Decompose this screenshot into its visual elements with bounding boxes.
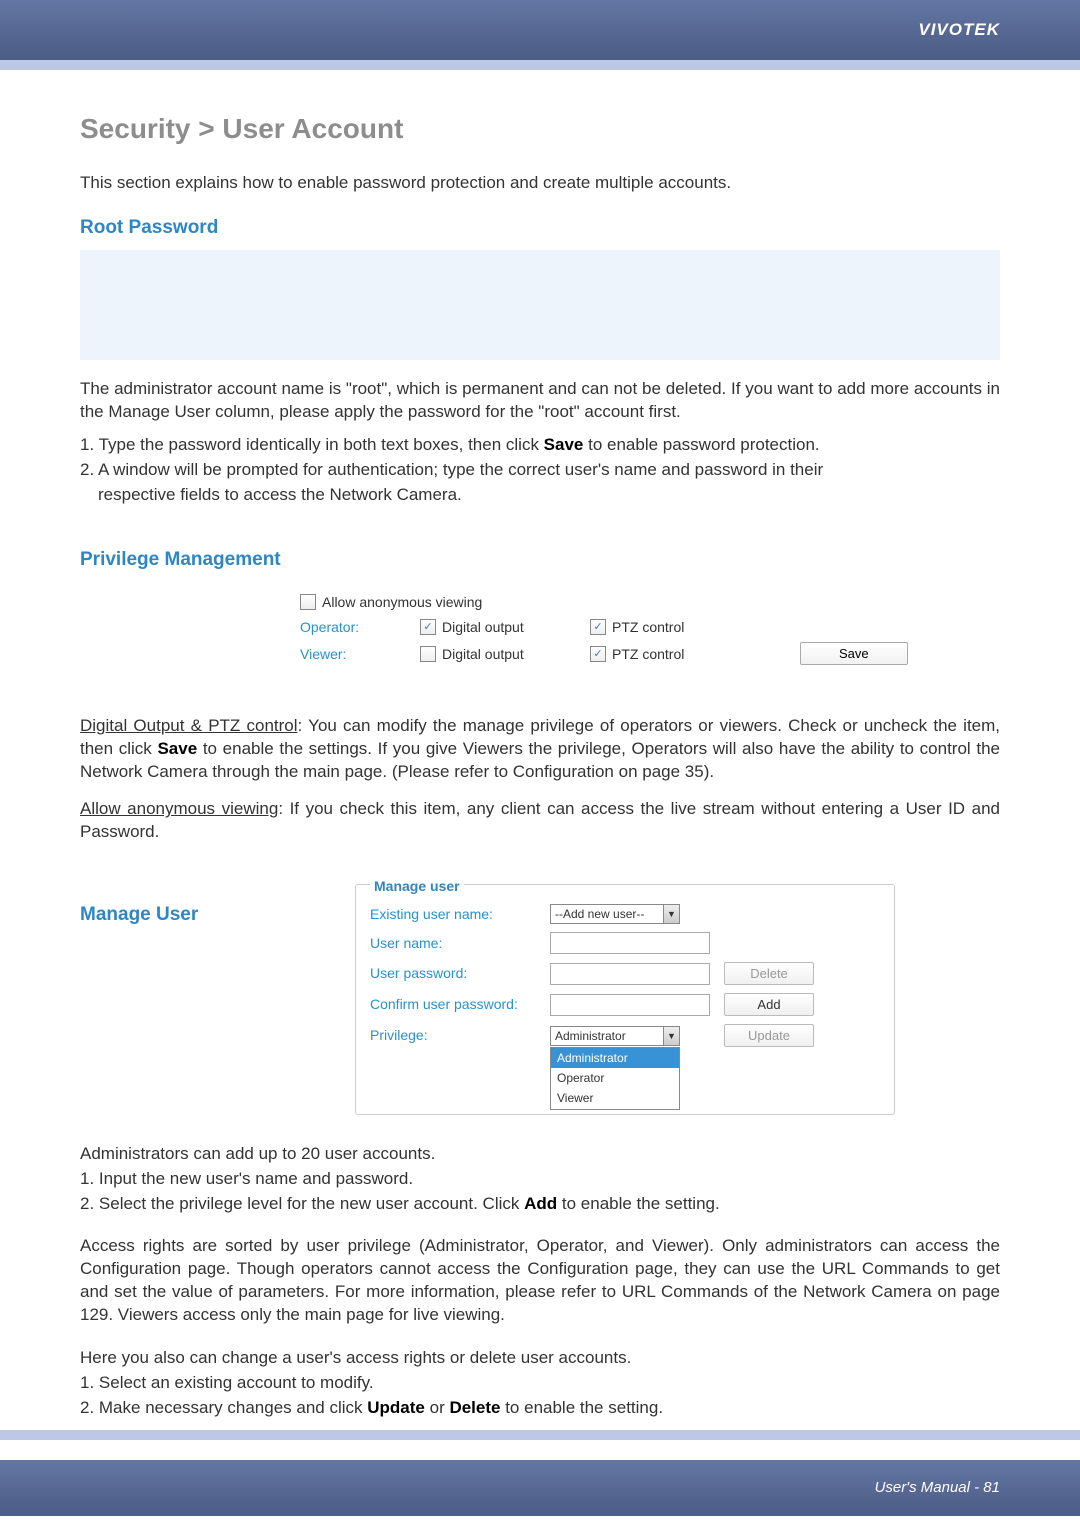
root-password-block: The administrator account name is "root"… (80, 378, 1000, 507)
operator-ptz-checkbox[interactable] (590, 619, 606, 635)
operator-digital: Digital output (420, 618, 590, 637)
viewer-digital-checkbox[interactable] (420, 646, 436, 662)
priv-text-block: Digital Output & PTZ control: You can mo… (80, 715, 1000, 844)
root-l1-bold: Save (544, 435, 584, 454)
existing-user-label: Existing user name: (370, 905, 550, 924)
manage-text-2: Here you also can change a user's access… (80, 1347, 1000, 1420)
manage-l4: 2. Make necessary changes and click Upda… (80, 1397, 1000, 1420)
chevron-down-icon: ▼ (663, 1027, 679, 1045)
existing-user-value: --Add new user-- (555, 906, 644, 922)
root-l1c: to enable password protection. (583, 435, 819, 454)
root-password-placeholder (80, 250, 1000, 360)
manage-l4e: to enable the setting. (500, 1398, 663, 1417)
manage-user-fieldset: Manage user Existing user name: --Add ne… (355, 884, 895, 1115)
manage-l4a: 2. Make necessary changes and click (80, 1398, 367, 1417)
priv-p1c: Save (157, 739, 197, 758)
operator-ptz: PTZ control (590, 618, 760, 637)
add-button[interactable]: Add (724, 993, 814, 1016)
chevron-down-icon: ▼ (663, 905, 679, 923)
root-password-heading: Root Password (80, 215, 1000, 241)
opt-viewer[interactable]: Viewer (551, 1088, 679, 1108)
manage-p1: Administrators can add up to 20 user acc… (80, 1143, 1000, 1166)
manage-l2c: to enable the setting. (557, 1194, 720, 1213)
root-p1: The administrator account name is "root"… (80, 378, 1000, 424)
privilege-label: Privilege: (370, 1026, 550, 1045)
privilege-panel: Allow anonymous viewing Operator: Digita… (80, 583, 1000, 666)
confirm-input[interactable] (550, 994, 710, 1016)
existing-user-select[interactable]: --Add new user-- ▼ (550, 904, 680, 924)
confirm-row: Confirm user password: Add (370, 993, 880, 1016)
viewer-ptz-label: PTZ control (612, 645, 684, 664)
manage-user-rows: Existing user name: --Add new user-- ▼ U… (370, 904, 880, 1110)
anon-viewing-row: Allow anonymous viewing (300, 593, 1000, 612)
page-header: VIVOTEK (0, 0, 1080, 60)
header-band (0, 60, 1080, 70)
operator-label: Operator: (300, 618, 420, 637)
manage-l2a: 2. Select the privilege level for the ne… (80, 1194, 524, 1213)
anon-label: Allow anonymous viewing (322, 593, 482, 612)
viewer-label: Viewer: (300, 645, 420, 664)
userpass-row: User password: Delete (370, 962, 880, 985)
viewer-digital: Digital output (420, 645, 590, 664)
manage-p3: Here you also can change a user's access… (80, 1347, 1000, 1370)
privilege-value: Administrator (555, 1028, 626, 1044)
username-input[interactable] (550, 932, 710, 954)
privilege-select[interactable]: Administrator ▼ (550, 1026, 680, 1046)
privilege-dropdown: Administrator Operator Viewer (550, 1047, 680, 1110)
priv-p2a: Allow anonymous viewing (80, 799, 278, 818)
page-footer: User's Manual - 81 (0, 1460, 1080, 1516)
manage-l2: 2. Select the privilege level for the ne… (80, 1193, 1000, 1216)
operator-ptz-label: PTZ control (612, 618, 684, 637)
priv-p2: Allow anonymous viewing: If you check th… (80, 798, 1000, 844)
privilege-row: Privilege: Administrator ▼ Update (370, 1024, 880, 1047)
manage-user-heading-col: Manage User (80, 884, 355, 1115)
manage-l3: 1. Select an existing account to modify. (80, 1372, 1000, 1395)
update-button[interactable]: Update (724, 1024, 814, 1047)
delete-button[interactable]: Delete (724, 962, 814, 985)
brand-logo: VIVOTEK (918, 19, 1000, 42)
viewer-ptz-checkbox[interactable] (590, 646, 606, 662)
manage-user-heading: Manage User (80, 902, 355, 928)
operator-row: Operator: Digital output PTZ control (300, 618, 1000, 637)
root-step-1: 1. Type the password identically in both… (80, 434, 1000, 457)
existing-user-row: Existing user name: --Add new user-- ▼ (370, 904, 880, 924)
page-title: Security > User Account (80, 110, 1000, 148)
manage-p2: Access rights are sorted by user privile… (80, 1235, 1000, 1327)
opt-administrator[interactable]: Administrator (551, 1048, 679, 1068)
intro-text: This section explains how to enable pass… (80, 172, 1000, 195)
priv-p1: Digital Output & PTZ control: You can mo… (80, 715, 1000, 784)
manage-user-legend: Manage user (370, 877, 464, 896)
manage-l4c: or (425, 1398, 450, 1417)
anon-checkbox[interactable] (300, 594, 316, 610)
manage-user-wrap: Manage User Manage user Existing user na… (80, 884, 1000, 1115)
save-button[interactable]: Save (800, 642, 908, 665)
opt-operator[interactable]: Operator (551, 1068, 679, 1088)
viewer-digital-label: Digital output (442, 645, 524, 664)
root-step-2: 2. A window will be prompted for authent… (80, 459, 1000, 482)
username-row: User name: (370, 932, 880, 954)
operator-digital-checkbox[interactable] (420, 619, 436, 635)
viewer-row: Viewer: Digital output PTZ control Save (300, 642, 1000, 665)
manage-l2b: Add (524, 1194, 557, 1213)
manage-text-1: Administrators can add up to 20 user acc… (80, 1143, 1000, 1216)
content: Security > User Account This section exp… (0, 70, 1080, 1420)
root-l1a: 1. Type the password identically in both… (80, 435, 544, 454)
priv-p1a: Digital Output & PTZ control (80, 716, 298, 735)
operator-digital-label: Digital output (442, 618, 524, 637)
privilege-mgmt-heading: Privilege Management (80, 547, 1000, 573)
footer-band (0, 1430, 1080, 1440)
confirm-label: Confirm user password: (370, 995, 550, 1014)
username-label: User name: (370, 934, 550, 953)
manage-l4d: Delete (449, 1398, 500, 1417)
viewer-ptz: PTZ control (590, 645, 760, 664)
manage-l1: 1. Input the new user's name and passwor… (80, 1168, 1000, 1191)
root-step-2b: respective fields to access the Network … (80, 484, 1000, 507)
priv-p1d: to enable the settings. If you give View… (80, 739, 1000, 781)
userpass-label: User password: (370, 964, 550, 983)
userpass-input[interactable] (550, 963, 710, 985)
footer-text: User's Manual - 81 (875, 1478, 1000, 1498)
manage-l4b: Update (367, 1398, 425, 1417)
